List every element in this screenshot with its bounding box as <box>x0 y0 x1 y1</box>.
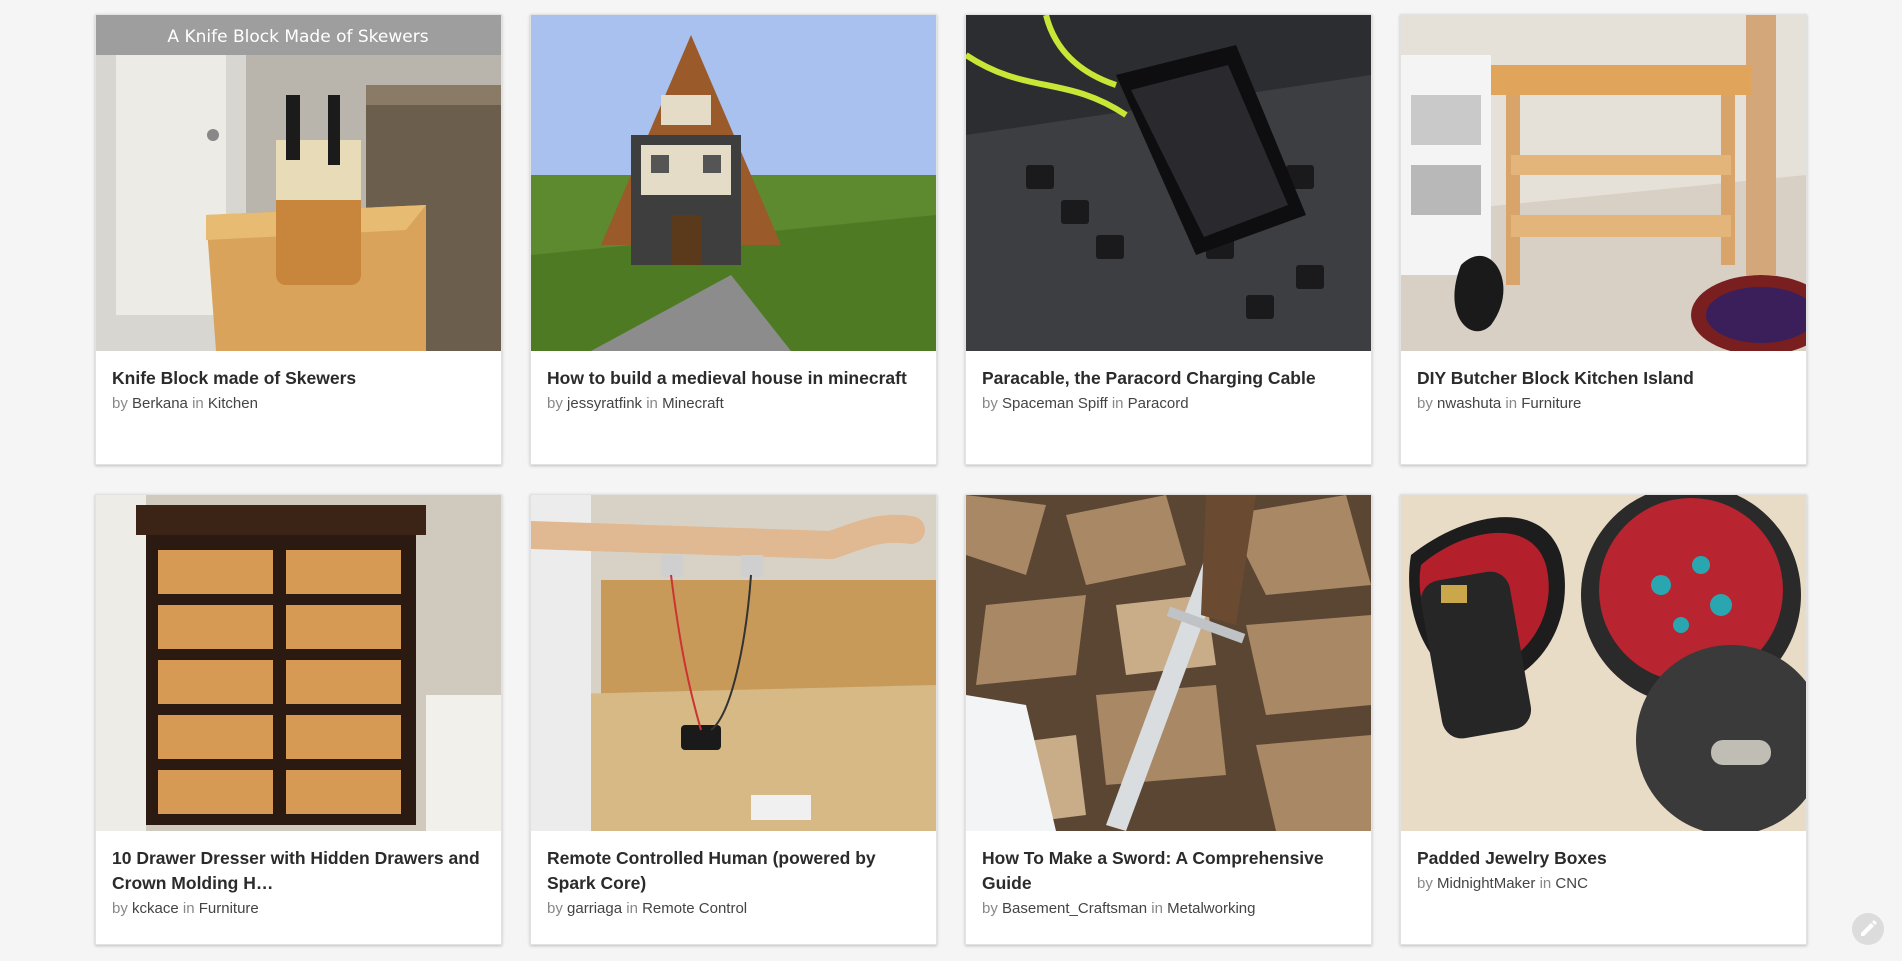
by-label: by <box>112 395 128 412</box>
project-meta: by nwashuta in Furniture <box>1417 393 1790 415</box>
category-link[interactable]: Metalworking <box>1167 900 1255 917</box>
project-title[interactable]: DIY Butcher Block Kitchen Island <box>1417 366 1790 391</box>
project-title[interactable]: How To Make a Sword: A Comprehensive Gui… <box>982 846 1355 896</box>
author-link[interactable]: Spaceman Spiff <box>1002 395 1108 412</box>
in-label: in <box>1539 875 1552 892</box>
project-title[interactable]: Remote Controlled Human (powered by Spar… <box>547 846 920 896</box>
category-link[interactable]: Furniture <box>1521 395 1581 412</box>
in-label: in <box>1111 395 1124 412</box>
author-link[interactable]: nwashuta <box>1437 395 1501 412</box>
project-card[interactable]: How to build a medieval house in minecra… <box>530 14 937 465</box>
category-link[interactable]: Remote Control <box>642 900 747 917</box>
author-link[interactable]: kckace <box>132 900 179 917</box>
project-meta: by jessyratfink in Minecraft <box>547 393 920 415</box>
project-meta: by kckace in Furniture <box>112 898 485 920</box>
project-thumbnail[interactable] <box>1401 495 1806 831</box>
project-meta: by Spaceman Spiff in Paracord <box>982 393 1355 415</box>
by-label: by <box>1417 875 1433 892</box>
project-card[interactable]: DIY Butcher Block Kitchen Island by nwas… <box>1400 14 1807 465</box>
project-info: Remote Controlled Human (powered by Spar… <box>531 831 936 930</box>
by-label: by <box>982 395 998 412</box>
category-link[interactable]: Minecraft <box>662 395 724 412</box>
project-info: Knife Block made of Skewers by Berkana i… <box>96 351 501 425</box>
project-info: Padded Jewelry Boxes by MidnightMaker in… <box>1401 831 1806 905</box>
project-thumbnail[interactable] <box>531 495 936 831</box>
project-card[interactable]: How To Make a Sword: A Comprehensive Gui… <box>965 494 1372 945</box>
in-label: in <box>1505 395 1518 412</box>
by-label: by <box>547 900 563 917</box>
project-title[interactable]: Padded Jewelry Boxes <box>1417 846 1790 871</box>
project-info: Paracable, the Paracord Charging Cable b… <box>966 351 1371 425</box>
in-label: in <box>192 395 204 412</box>
category-link[interactable]: Furniture <box>199 900 259 917</box>
project-thumbnail[interactable] <box>966 15 1371 351</box>
in-label: in <box>1151 900 1163 917</box>
project-thumbnail[interactable]: A Knife Block Made of Skewers <box>96 15 501 351</box>
category-link[interactable]: Paracord <box>1128 395 1189 412</box>
category-link[interactable]: Kitchen <box>208 395 258 412</box>
project-thumbnail[interactable] <box>96 495 501 831</box>
project-meta: by MidnightMaker in CNC <box>1417 873 1790 895</box>
project-title[interactable]: Knife Block made of Skewers <box>112 366 485 391</box>
author-link[interactable]: Basement_Craftsman <box>1002 900 1147 917</box>
project-thumbnail[interactable] <box>966 495 1371 831</box>
project-info: How To Make a Sword: A Comprehensive Gui… <box>966 831 1371 930</box>
author-link[interactable]: Berkana <box>132 395 188 412</box>
category-link[interactable]: CNC <box>1555 875 1588 892</box>
project-meta: by Berkana in Kitchen <box>112 393 485 415</box>
project-info: How to build a medieval house in minecra… <box>531 351 936 425</box>
project-thumbnail[interactable] <box>531 15 936 351</box>
by-label: by <box>112 900 128 917</box>
project-card[interactable]: Paracable, the Paracord Charging Cable b… <box>965 14 1372 465</box>
project-meta: by garriaga in Remote Control <box>547 898 920 920</box>
project-card[interactable]: Remote Controlled Human (powered by Spar… <box>530 494 937 945</box>
project-info: 10 Drawer Dresser with Hidden Drawers an… <box>96 831 501 930</box>
project-card[interactable]: Padded Jewelry Boxes by MidnightMaker in… <box>1400 494 1807 945</box>
by-label: by <box>982 900 998 917</box>
by-label: by <box>547 395 563 412</box>
in-label: in <box>626 900 638 917</box>
project-title[interactable]: How to build a medieval house in minecra… <box>547 366 920 391</box>
project-info: DIY Butcher Block Kitchen Island by nwas… <box>1401 351 1806 425</box>
author-link[interactable]: MidnightMaker <box>1437 875 1535 892</box>
project-title[interactable]: Paracable, the Paracord Charging Cable <box>982 366 1355 391</box>
feedback-button[interactable] <box>1852 913 1884 945</box>
project-title[interactable]: 10 Drawer Dresser with Hidden Drawers an… <box>112 846 485 896</box>
author-link[interactable]: jessyratfink <box>567 395 642 412</box>
project-card[interactable]: 10 Drawer Dresser with Hidden Drawers an… <box>95 494 502 945</box>
project-grid: A Knife Block Made of Skewers Knife Bloc… <box>95 14 1807 945</box>
by-label: by <box>1417 395 1433 412</box>
in-label: in <box>182 900 195 917</box>
project-thumbnail[interactable] <box>1401 15 1806 351</box>
in-label: in <box>646 395 658 412</box>
pencil-icon <box>1861 920 1877 936</box>
project-card[interactable]: A Knife Block Made of Skewers Knife Bloc… <box>95 14 502 465</box>
image-caption-text: A Knife Block Made of Skewers <box>167 27 428 47</box>
author-link[interactable]: garriaga <box>567 900 622 917</box>
project-meta: by Basement_Craftsman in Metalworking <box>982 898 1355 920</box>
